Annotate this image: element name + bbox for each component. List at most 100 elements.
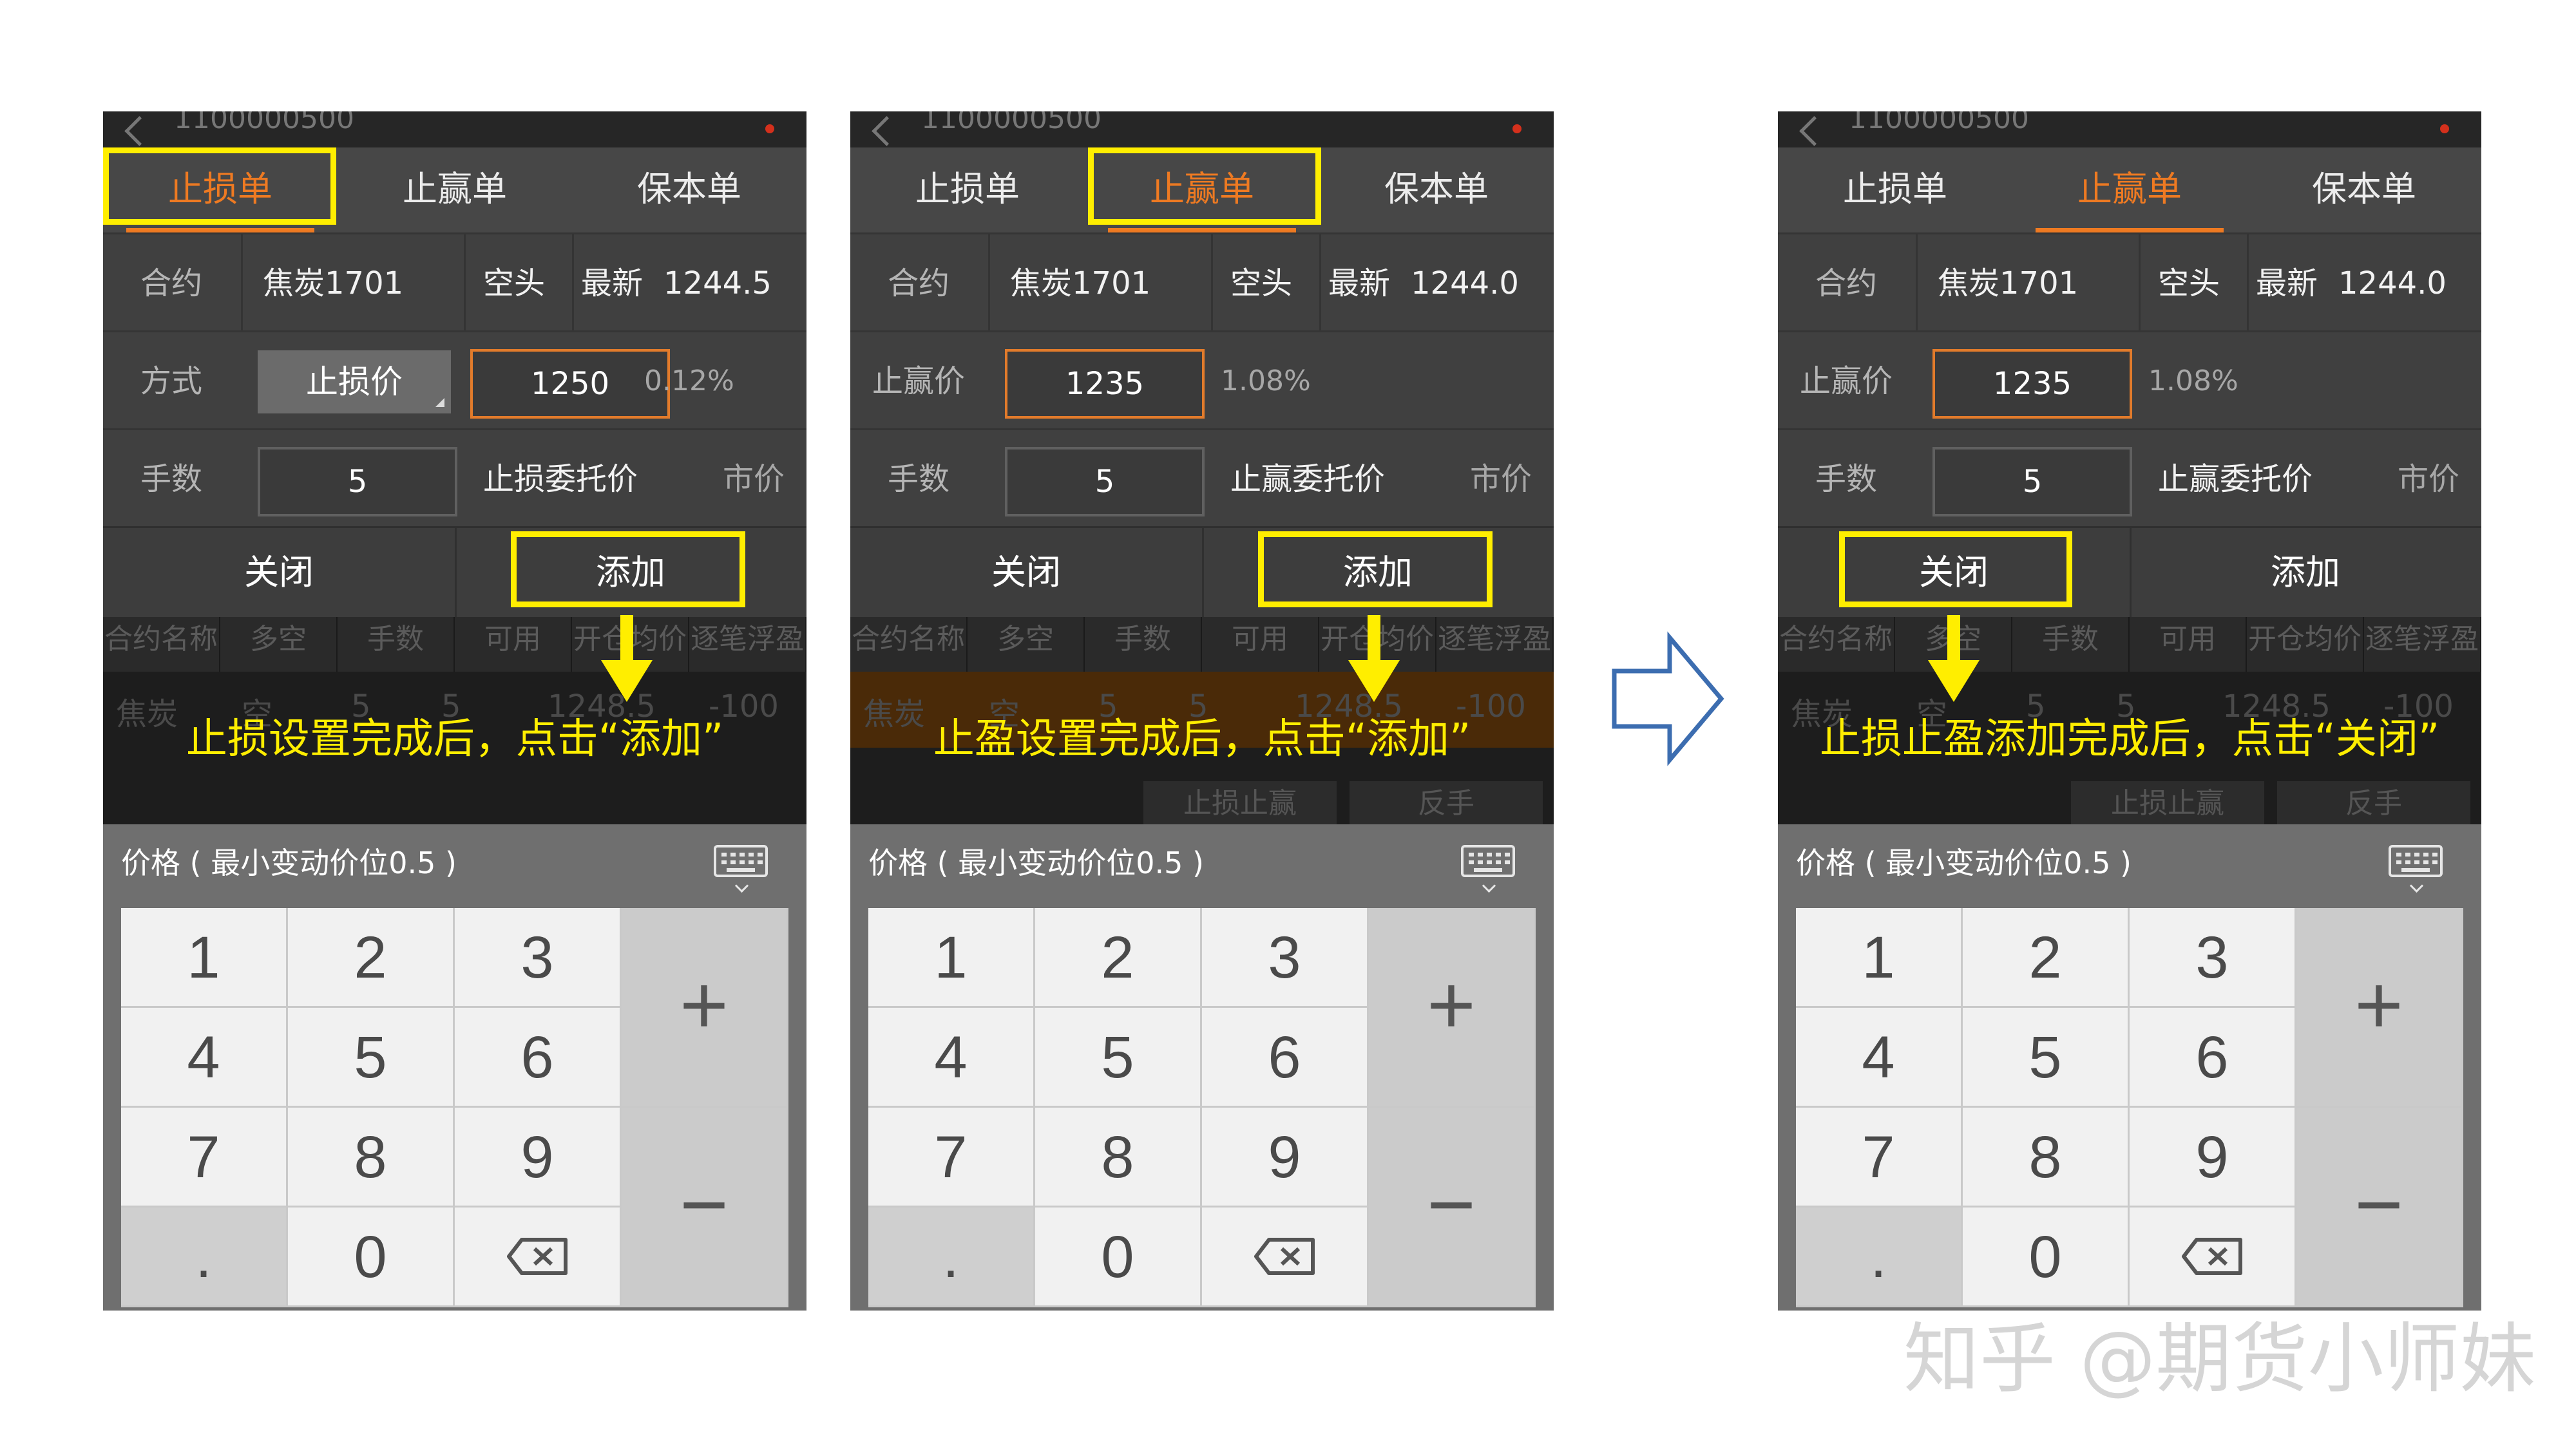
stop-price-input[interactable]: 1250: [470, 349, 670, 419]
plus-key[interactable]: +: [1369, 908, 1536, 1108]
latest-label: 最新: [2256, 265, 2318, 301]
quantity-row: 手数 5 止损委托价 市价: [103, 428, 806, 528]
backspace-icon: [1254, 1238, 1315, 1275]
key-7[interactable]: 7: [121, 1108, 288, 1208]
key-3[interactable]: 3: [1202, 908, 1369, 1008]
key-6[interactable]: 6: [455, 1008, 622, 1108]
key-2[interactable]: 2: [288, 908, 455, 1008]
quantity-input[interactable]: 5: [258, 447, 457, 516]
key-2[interactable]: 2: [1035, 908, 1202, 1008]
contract-name: 焦炭1701: [1938, 265, 2079, 301]
add-button[interactable]: 添加: [2130, 528, 2481, 617]
tab-breakeven[interactable]: 保本单: [1319, 147, 1554, 232]
key-5[interactable]: 5: [1035, 1008, 1202, 1108]
keyboard-icon[interactable]: [714, 845, 768, 893]
key-4[interactable]: 4: [1796, 1008, 1963, 1108]
key-dot[interactable]: .: [121, 1208, 288, 1307]
entrust-price-label: 止赢委托价: [1230, 461, 1386, 497]
back-icon[interactable]: [124, 116, 155, 146]
close-button[interactable]: 关闭: [103, 528, 457, 617]
column-header: 手数: [338, 607, 455, 672]
back-icon[interactable]: [1799, 116, 1829, 146]
key-dot[interactable]: .: [1796, 1208, 1963, 1307]
key-1[interactable]: 1: [1796, 908, 1963, 1008]
key-5[interactable]: 5: [288, 1008, 455, 1108]
quantity-label: 手数: [1815, 461, 1878, 497]
quantity-input[interactable]: 5: [1005, 447, 1205, 516]
minus-key[interactable]: −: [1369, 1108, 1536, 1307]
minus-key[interactable]: −: [622, 1108, 788, 1307]
plus-key[interactable]: +: [622, 908, 788, 1108]
method-row: 方式 止损价 1250 0.12%: [103, 330, 806, 430]
key-4[interactable]: 4: [121, 1008, 288, 1108]
take-profit-price-input[interactable]: 1235: [1005, 349, 1205, 419]
account-number: 1100000500: [1849, 111, 2029, 135]
quantity-input[interactable]: 5: [1932, 447, 2132, 516]
key-0[interactable]: 0: [288, 1208, 455, 1307]
minus-key[interactable]: −: [2296, 1108, 2463, 1307]
column-header: 逐笔浮盈: [689, 607, 806, 672]
key-7[interactable]: 7: [1796, 1108, 1963, 1208]
close-button[interactable]: 关闭: [850, 528, 1204, 617]
tab-breakeven[interactable]: 保本单: [2247, 147, 2481, 232]
key-5[interactable]: 5: [1963, 1008, 2130, 1108]
notification-dot-icon: [765, 124, 774, 133]
down-arrow-icon: [1348, 615, 1400, 702]
take-profit-price-input[interactable]: 1235: [1932, 349, 2132, 419]
key-9[interactable]: 9: [1202, 1108, 1369, 1208]
tab-take-profit[interactable]: 止赢单: [2012, 147, 2247, 232]
key-1[interactable]: 1: [121, 908, 288, 1008]
back-icon[interactable]: [872, 116, 902, 146]
key-8[interactable]: 8: [1963, 1108, 2130, 1208]
keypad-title: 价格 ( 最小变动价位0.5 ): [121, 846, 457, 880]
key-9[interactable]: 9: [2130, 1108, 2296, 1208]
key-6[interactable]: 6: [1202, 1008, 1369, 1108]
status-bar: 1100000500: [103, 111, 806, 147]
key-1[interactable]: 1: [868, 908, 1035, 1008]
take-profit-price-label: 止赢价: [872, 363, 966, 399]
keyboard-icon[interactable]: [1461, 845, 1515, 893]
down-arrow-icon: [601, 615, 653, 702]
column-header: 合约名称: [850, 607, 968, 672]
numeric-keypad: 价格 ( 最小变动价位0.5 ) 1 2 3 4 5 6 7 8 9 . 0 +…: [103, 824, 806, 1311]
contract-name: 焦炭1701: [263, 265, 404, 301]
column-header: 可用: [2130, 607, 2247, 672]
backspace-key[interactable]: [2130, 1208, 2296, 1307]
key-3[interactable]: 3: [2130, 908, 2296, 1008]
tab-stop-loss[interactable]: 止损单: [850, 147, 1085, 232]
backspace-icon: [2182, 1238, 2242, 1275]
plus-key[interactable]: +: [2296, 908, 2463, 1108]
column-header: 手数: [1085, 607, 1202, 672]
key-dot[interactable]: .: [868, 1208, 1035, 1307]
key-7[interactable]: 7: [868, 1108, 1035, 1208]
key-2[interactable]: 2: [1963, 908, 2130, 1008]
percent-value: 0.12%: [644, 365, 734, 397]
keyboard-icon[interactable]: [2389, 845, 2443, 893]
key-6[interactable]: 6: [2130, 1008, 2296, 1108]
take-profit-price-label: 止赢价: [1800, 363, 1893, 399]
latest-price: 1244.0: [2338, 265, 2447, 301]
key-0[interactable]: 0: [1963, 1208, 2130, 1307]
key-3[interactable]: 3: [455, 908, 622, 1008]
key-4[interactable]: 4: [868, 1008, 1035, 1108]
backspace-key[interactable]: [455, 1208, 622, 1307]
key-9[interactable]: 9: [455, 1108, 622, 1208]
backspace-key[interactable]: [1202, 1208, 1369, 1307]
method-dropdown[interactable]: 止损价: [258, 350, 451, 413]
tab-take-profit[interactable]: 止赢单: [338, 147, 572, 232]
key-8[interactable]: 8: [288, 1108, 455, 1208]
entrust-price-value[interactable]: 市价: [2398, 430, 2459, 528]
column-header: 多空: [220, 607, 338, 672]
key-0[interactable]: 0: [1035, 1208, 1202, 1307]
entrust-price-value[interactable]: 市价: [1470, 430, 1532, 528]
tab-breakeven[interactable]: 保本单: [572, 147, 806, 232]
phone-screenshot-3: 1100000500 持仓 挂单 委托 成交 合约名称 多空 手数 可用 开仓均…: [1778, 111, 2481, 1311]
watermark: 知乎 @期货小师妹: [1903, 1314, 2536, 1403]
tab-stop-loss[interactable]: 止损单: [1778, 147, 2012, 232]
latest-price: 1244.5: [663, 265, 772, 301]
percent-value: 1.08%: [2148, 365, 2238, 397]
column-header: 开仓均价: [2247, 607, 2364, 672]
contract-label: 合约: [1815, 265, 1878, 301]
key-8[interactable]: 8: [1035, 1108, 1202, 1208]
entrust-price-value[interactable]: 市价: [723, 430, 785, 528]
